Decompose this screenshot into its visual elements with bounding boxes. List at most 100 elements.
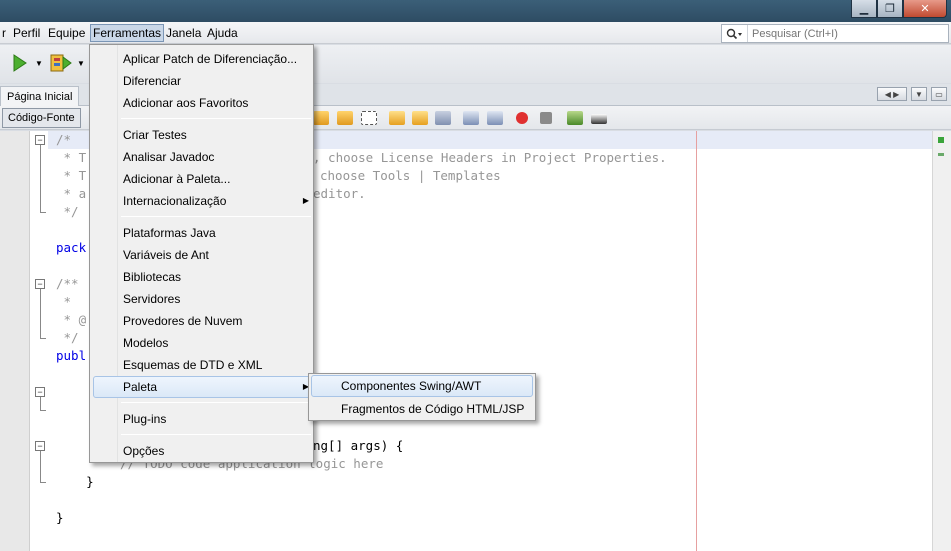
code-fragment: editor. <box>313 186 366 201</box>
close-icon[interactable]: ✕ <box>903 0 947 18</box>
run-dropdown-icon[interactable]: ▼ <box>35 59 43 68</box>
menu-item-provedores-de-nuvem[interactable]: Provedores de Nuvem <box>123 311 308 331</box>
stop-macro-icon[interactable] <box>540 112 552 124</box>
fold-line <box>40 145 41 212</box>
fold-end <box>40 410 46 411</box>
code-line: * a <box>56 186 87 201</box>
menu-item-label: Analisar Javadoc <box>123 150 215 164</box>
shift-right-icon[interactable] <box>487 111 503 125</box>
minimize-icon[interactable]: ▁ <box>851 0 877 18</box>
comment-icon[interactable] <box>567 111 583 125</box>
menu-item-label: Servidores <box>123 292 181 306</box>
submenu-componentes-swing-awt[interactable]: Componentes Swing/AWT <box>341 375 481 397</box>
menu-item-label: Paleta <box>123 380 158 394</box>
fold-toggle-icon[interactable]: − <box>35 441 45 451</box>
status-ok-icon <box>938 137 944 143</box>
code-line: /* <box>56 132 72 147</box>
menu-item-label: Bibliotecas <box>123 270 182 284</box>
menu-item-criar-testes[interactable]: Criar Testes <box>123 125 308 145</box>
menu-item-label: Plataformas Java <box>123 226 216 240</box>
window-title-bar: ▁ ❐ ✕ <box>0 0 951 22</box>
menu-item-esquemas-de-dtd-e-xml[interactable]: Esquemas de DTD e XML <box>123 355 308 375</box>
find-next-icon[interactable] <box>337 111 353 125</box>
menu-item-aplicar-patch-de-diferenciacao[interactable]: Aplicar Patch de Diferenciação... <box>123 49 308 69</box>
right-margin-line <box>696 131 697 551</box>
error-stripe[interactable] <box>932 131 951 551</box>
fold-line <box>40 397 41 410</box>
find-prev-icon[interactable] <box>313 111 329 125</box>
menu-perfil[interactable]: Perfil <box>11 24 42 42</box>
menu-item-label: Provedores de Nuvem <box>123 314 243 328</box>
menu-ferramentas[interactable]: Ferramentas <box>90 24 165 42</box>
code-line: publ <box>56 348 87 363</box>
menu-ajuda[interactable]: Ajuda <box>205 24 240 42</box>
line-number-gutter <box>0 131 30 551</box>
menu-item-opcoes[interactable]: Opções <box>123 441 308 461</box>
menu-item-diferenciar[interactable]: Diferenciar <box>123 71 308 91</box>
menu-item-modelos[interactable]: Modelos <box>123 333 308 353</box>
menu-item-label: Esquemas de DTD e XML <box>123 358 263 372</box>
tab-codigo-fonte[interactable]: Código-Fonte <box>2 108 81 128</box>
fold-toggle-icon[interactable]: − <box>35 279 45 289</box>
tab-scroll-icon[interactable]: ◀ ▶ <box>877 87 907 101</box>
menu-item-label: Variáveis de Ant <box>123 248 209 262</box>
code-line: } <box>56 510 64 525</box>
uncomment-icon[interactable] <box>591 114 607 124</box>
next-bookmark-icon[interactable] <box>412 111 428 125</box>
menu-equipe[interactable]: Equipe <box>46 24 87 42</box>
code-line: */ <box>56 330 79 345</box>
menu-item-internacionalizacao[interactable]: Internacionalização ▶ <box>123 191 309 211</box>
tab-list-icon[interactable]: ▼ <box>911 87 927 101</box>
code-fragment: choose Tools | Templates <box>320 168 501 183</box>
fold-end <box>40 338 46 339</box>
menu-item-label: Adicionar à Paleta... <box>123 172 231 186</box>
record-macro-icon[interactable] <box>516 112 528 124</box>
fold-line <box>40 289 41 338</box>
ferramentas-menu: Aplicar Patch de Diferenciação... Diferen… <box>89 44 314 463</box>
menu-item-adicionar-a-paleta[interactable]: Adicionar à Paleta... <box>123 169 308 189</box>
profile-dropdown-icon[interactable]: ▼ <box>77 59 85 68</box>
code-line: * T <box>56 150 87 165</box>
menu-item-analisar-javadoc[interactable]: Analisar Javadoc <box>123 147 308 167</box>
menu-separator <box>121 402 311 403</box>
fold-end <box>40 482 46 483</box>
menu-item-paleta[interactable]: Paleta ▶ <box>123 377 309 397</box>
maximize-editor-icon[interactable]: ▭ <box>931 87 947 101</box>
run-icon[interactable] <box>12 53 28 76</box>
code-line: /** <box>56 276 79 291</box>
menu-separator <box>121 118 311 119</box>
menu-item-variaveis-de-ant[interactable]: Variáveis de Ant <box>123 245 308 265</box>
quick-search[interactable] <box>721 24 949 43</box>
menu-item-label: Opções <box>123 444 165 458</box>
code-line: pack <box>56 240 87 255</box>
menu-separator <box>121 434 311 435</box>
code-line: * <box>56 294 72 309</box>
select-icon[interactable] <box>361 111 377 125</box>
menu-item-plataformas-java[interactable]: Plataformas Java <box>123 223 308 243</box>
menu-item-adicionar-aos-favoritos[interactable]: Adicionar aos Favoritos <box>123 93 308 113</box>
menu-item-label: Modelos <box>123 336 169 350</box>
fold-toggle-icon[interactable]: − <box>35 135 45 145</box>
submenu-arrow-icon: ▶ <box>302 196 309 205</box>
maximize-icon[interactable]: ❐ <box>877 0 903 18</box>
fold-toggle-icon[interactable]: − <box>35 387 45 397</box>
code-line: */ <box>56 204 79 219</box>
menu-item-label: Adicionar aos Favoritos <box>123 96 249 110</box>
fold-line <box>40 451 41 482</box>
tab-pagina-inicial[interactable]: Página Inicial <box>0 86 80 106</box>
shift-left-icon[interactable] <box>463 111 479 125</box>
search-input[interactable] <box>748 27 938 40</box>
prev-bookmark-icon[interactable] <box>389 111 405 125</box>
menu-item-plug-ins[interactable]: Plug-ins <box>123 409 308 429</box>
menu-janela[interactable]: Janela <box>164 24 203 42</box>
toggle-bookmark-icon[interactable] <box>435 111 451 125</box>
menu-item-bibliotecas[interactable]: Bibliotecas <box>123 267 308 287</box>
code-line: * T <box>56 168 87 183</box>
menu-item-servidores[interactable]: Servidores <box>123 289 308 309</box>
menu-item-partial[interactable]: r <box>0 24 8 42</box>
code-line: * @ <box>56 312 87 327</box>
submenu-fragmentos-html-jsp[interactable]: Fragmentos de Código HTML/JSP <box>341 398 524 420</box>
profile-icon[interactable] <box>49 52 73 77</box>
search-icon[interactable] <box>722 25 748 42</box>
paleta-submenu: Componentes Swing/AWT Fragmentos de Códi… <box>308 373 536 421</box>
